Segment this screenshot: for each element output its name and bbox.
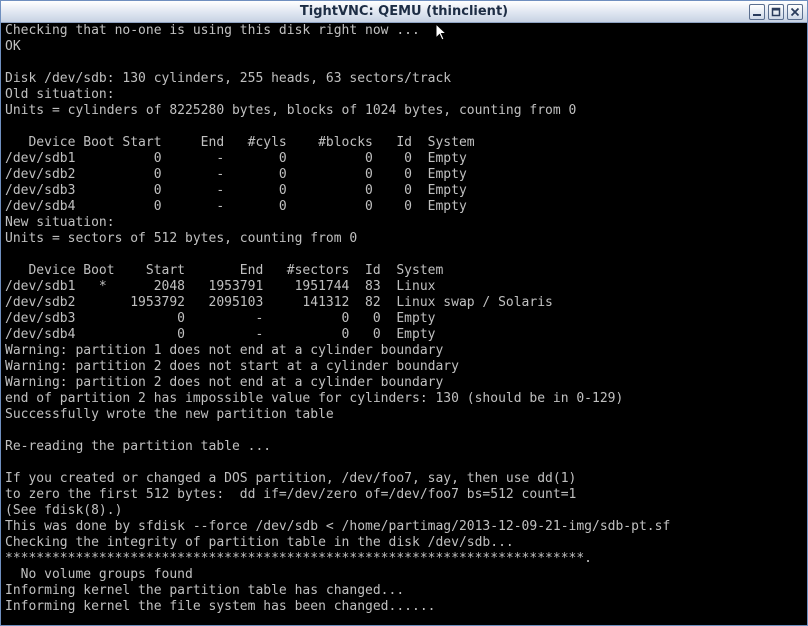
close-button[interactable] xyxy=(787,4,803,20)
terminal-line: to zero the first 512 bytes: dd if=/dev/… xyxy=(5,487,577,502)
terminal-line: /dev/sdb2 1953792 2095103 141312 82 Linu… xyxy=(5,295,553,310)
terminal-line: end of partition 2 has impossible value … xyxy=(5,391,624,406)
minimize-button[interactable] xyxy=(749,4,765,20)
mouse-pointer-icon xyxy=(435,23,447,41)
terminal-line: /dev/sdb4 0 - 0 0 0 Empty xyxy=(5,199,467,214)
terminal-line: /dev/sdb1 0 - 0 0 0 Empty xyxy=(5,151,467,166)
terminal-line: Warning: partition 2 does not end at a c… xyxy=(5,375,444,390)
terminal-line: Checking the integrity of partition tabl… xyxy=(5,535,514,550)
terminal-line: Informing kernel the file system has bee… xyxy=(5,599,436,614)
close-icon xyxy=(790,7,800,17)
terminal-line: If you created or changed a DOS partitio… xyxy=(5,471,577,486)
terminal-line: OK xyxy=(5,39,21,54)
terminal-line: Disk /dev/sdb: 130 cylinders, 255 heads,… xyxy=(5,71,452,86)
terminal-line: Old situation: xyxy=(5,87,115,102)
minimize-icon xyxy=(753,14,761,16)
terminal-line: Warning: partition 1 does not end at a c… xyxy=(5,343,444,358)
terminal-line: Informing kernel the partition table has… xyxy=(5,583,405,598)
terminal-line: /dev/sdb3 0 - 0 0 0 Empty xyxy=(5,183,467,198)
terminal-output[interactable]: Checking that no-one is using this disk … xyxy=(5,23,805,623)
terminal-line: Re-reading the partition table ... xyxy=(5,439,272,454)
window-title: TightVNC: QEMU (thinclient) xyxy=(299,4,509,19)
terminal-line: /dev/sdb3 0 - 0 0 Empty xyxy=(5,311,436,326)
maximize-button[interactable] xyxy=(768,4,784,20)
terminal-line: /dev/sdb4 0 - 0 0 Empty xyxy=(5,327,436,342)
terminal-line: No volume groups found xyxy=(5,567,193,582)
terminal-line: Units = cylinders of 8225280 bytes, bloc… xyxy=(5,103,577,118)
terminal-line: Successfully wrote the new partition tab… xyxy=(5,407,334,422)
title-bar[interactable]: TightVNC: QEMU (thinclient) xyxy=(1,1,807,23)
terminal-line: Units = sectors of 512 bytes, counting f… xyxy=(5,231,358,246)
terminal-line: /dev/sdb2 0 - 0 0 0 Empty xyxy=(5,167,467,182)
maximize-icon xyxy=(771,7,781,17)
terminal-line: Checking that no-one is using this disk … xyxy=(5,23,420,38)
terminal-line: /dev/sdb1 * 2048 1953791 1951744 83 Linu… xyxy=(5,279,436,294)
window-controls xyxy=(749,4,803,20)
terminal-line: Device Boot Start End #sectors Id System xyxy=(5,263,444,278)
terminal-line: This was done by sfdisk --force /dev/sdb… xyxy=(5,519,671,534)
terminal-line: Device Boot Start End #cyls #blocks Id S… xyxy=(5,135,475,150)
terminal-line: Warning: partition 2 does not start at a… xyxy=(5,359,459,374)
vnc-window: TightVNC: QEMU (thinclient) Checking tha… xyxy=(0,0,808,626)
terminal-line: ****************************************… xyxy=(5,551,592,566)
terminal-line: New situation: xyxy=(5,215,115,230)
terminal-line: (See fdisk(8).) xyxy=(5,503,123,518)
